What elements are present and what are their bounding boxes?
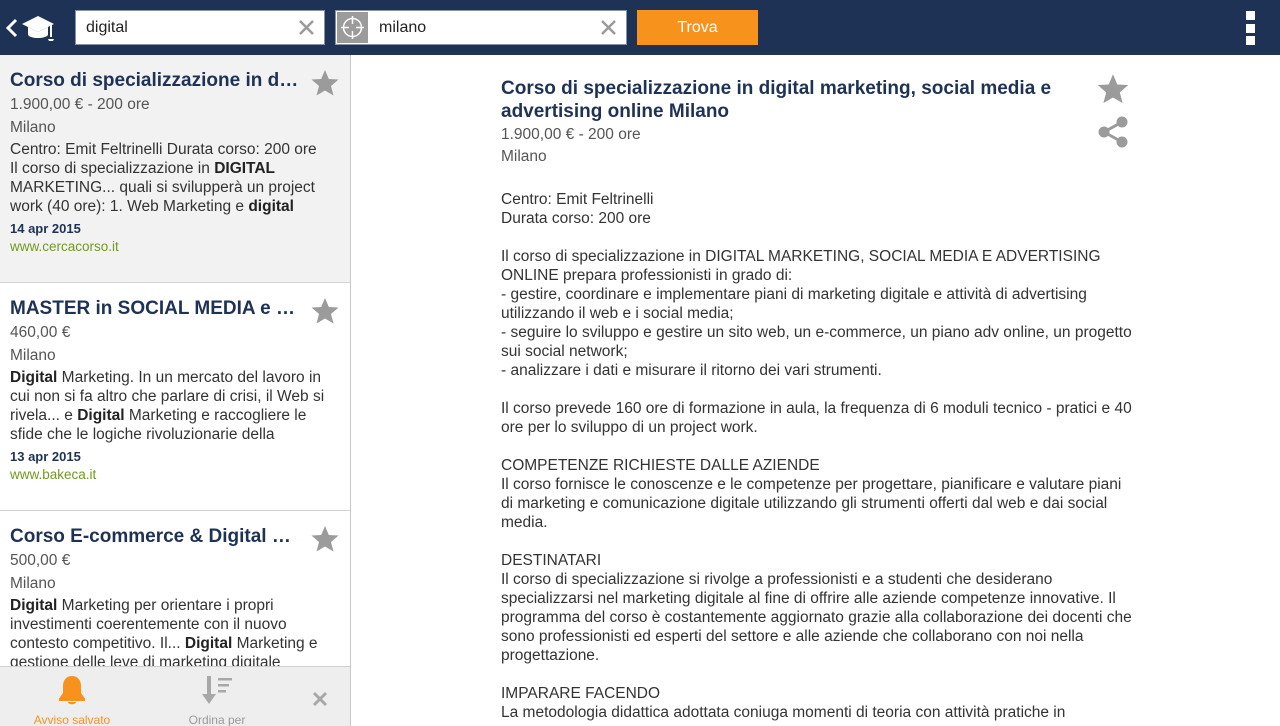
detail-line: - gestire, coordinare e implementare pia… [501, 286, 1087, 322]
snippet-keyword: DIGITAL [214, 160, 276, 177]
close-bar-button[interactable] [306, 685, 334, 713]
detail-line: Il corso prevede 160 ore di formazione i… [501, 400, 1132, 436]
graduation-cap-icon [22, 16, 54, 41]
detail-line: Centro: Emit Feltrinelli [501, 191, 654, 208]
result-date: 13 apr 2015 [10, 449, 81, 464]
clear-location-button[interactable] [598, 17, 618, 37]
star-icon[interactable] [310, 297, 340, 325]
detail-line: - seguire lo sviluppo e gestire un sito … [501, 324, 1132, 360]
snippet-keyword: Digital [10, 597, 58, 614]
star-icon[interactable] [1096, 73, 1130, 105]
query-box [75, 10, 325, 45]
clear-query-button[interactable] [296, 17, 316, 37]
result-card[interactable]: MASTER in SOCIAL MEDIA e DIGITAL MARKETI… [0, 283, 350, 511]
location-input[interactable] [379, 11, 589, 44]
sort-label: Ordina per [188, 713, 246, 726]
result-title: MASTER in SOCIAL MEDIA e DIGITAL MARKETI… [10, 298, 300, 319]
overflow-menu-icon[interactable] [1234, 8, 1266, 48]
detail-paragraph: COMPETENZE RICHIESTE DALLE AZIENDE Il cor… [501, 456, 1136, 532]
results-list: Corso di specializzazione in digital mar… [0, 55, 351, 726]
result-city: Milano [10, 575, 56, 592]
result-city: Milano [10, 347, 56, 364]
result-title: Corso di specializzazione in digital mar… [10, 70, 300, 91]
close-icon [298, 19, 314, 35]
crosshair-icon [341, 16, 364, 39]
menu-dot [1245, 36, 1255, 45]
detail-title: Corso di specializzazione in digital mar… [501, 78, 1052, 122]
top-app-bar: Trova [0, 0, 1280, 55]
detail-paragraph: DESTINATARI Il corso di specializzazione … [501, 551, 1136, 665]
detail-line: COMPETENZE RICHIESTE DALLE AZIENDE [501, 457, 820, 474]
result-title: Corso E-commerce & Digital Marketing [10, 526, 300, 547]
location-box [335, 10, 627, 45]
result-city: Milano [10, 119, 56, 136]
detail-header: Corso di specializzazione in digital mar… [501, 77, 1061, 168]
detail-paragraph: Il corso prevede 160 ore di formazione i… [501, 399, 1136, 437]
snippet-keyword: Digital [10, 369, 58, 386]
detail-line: IMPARARE FACENDO [501, 685, 661, 702]
bottom-action-bar: Avviso salvato Ordina per [0, 666, 350, 726]
result-price: 500,00 € [10, 552, 71, 569]
snippet-keyword: Digital [77, 407, 125, 424]
detail-description: Centro: Emit Feltrinelli Durata corso: 20… [501, 190, 1136, 726]
detail-paragraph: Centro: Emit Feltrinelli Durata corso: 20… [501, 190, 1136, 228]
detail-line: DESTINATARI [501, 552, 602, 569]
close-icon [312, 691, 328, 707]
detail-line: Durata corso: 200 ore [501, 210, 651, 227]
detail-line: - analizzare i dati e misurare il ritorn… [501, 362, 882, 379]
result-price: 460,00 € [10, 324, 71, 341]
sort-button[interactable]: Ordina per [166, 667, 268, 726]
star-icon[interactable] [310, 525, 340, 553]
gps-locate-button[interactable] [337, 12, 368, 43]
detail-price: 1.900,00 € - 200 ore [501, 126, 641, 143]
find-button[interactable]: Trova [637, 10, 758, 45]
result-source-link[interactable]: www.bakeca.it [10, 465, 340, 485]
bell-icon [59, 676, 85, 705]
result-snippet: Digital Marketing. In un mercato del lav… [10, 368, 328, 444]
detail-line: Il corso fornisce le conoscenze e le com… [501, 476, 1122, 531]
saved-alert-label: Avviso salvato [33, 713, 111, 726]
saved-alert-button[interactable]: Avviso salvato [20, 667, 124, 726]
result-price: 1.900,00 € - 200 ore [10, 96, 150, 113]
menu-dot [1245, 11, 1255, 20]
detail-paragraph: Il corso di specializzazione in DIGITAL … [501, 247, 1136, 380]
detail-paragraph: IMPARARE FACENDO La metodologia didattica… [501, 684, 1136, 722]
detail-line: Il corso di specializzazione in DIGITAL … [501, 248, 1101, 284]
snippet-keyword: digital [248, 198, 294, 215]
back-button[interactable] [0, 8, 62, 48]
share-icon[interactable] [1096, 115, 1130, 149]
snippet-keyword: Digital [184, 635, 233, 652]
result-card[interactable]: Corso di specializzazione in digital mar… [0, 55, 350, 283]
menu-dot [1245, 23, 1255, 33]
star-icon[interactable] [310, 69, 340, 97]
detail-city: Milano [501, 148, 547, 165]
result-snippet: Digital Marketing per orientare i propri… [10, 596, 328, 672]
detail-line: Il corso di specializzazione si rivolge … [501, 571, 1132, 664]
detail-line: La metodologia didattica adottata coniug… [501, 704, 1066, 721]
result-snippet: Centro: Emit Feltrinelli Durata corso: 2… [10, 140, 328, 216]
close-icon [600, 19, 616, 35]
result-source-link[interactable]: www.cercacorso.it [10, 237, 340, 257]
query-input[interactable] [86, 11, 286, 44]
result-date: 14 apr 2015 [10, 221, 81, 236]
sort-icon [202, 676, 232, 704]
chevron-left-icon [5, 18, 18, 38]
detail-pane: Corso di specializzazione in digital mar… [351, 55, 1280, 726]
